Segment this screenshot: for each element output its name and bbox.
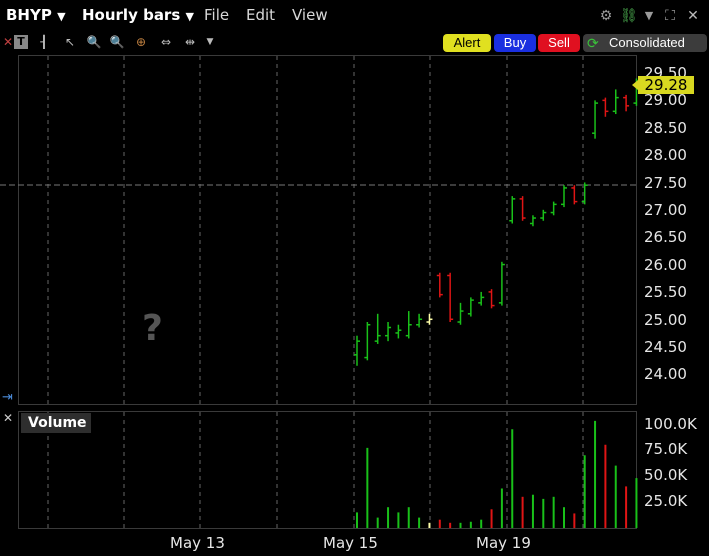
volume-tick-label: 50.0K: [644, 466, 688, 484]
price-tick-label: 25.50: [644, 283, 687, 302]
price-tick-label: 28.00: [644, 146, 687, 165]
price-tick-label: 25.00: [644, 310, 687, 329]
price-tick-label: 29.00: [644, 91, 687, 110]
price-tick-label: 27.50: [644, 173, 687, 192]
volume-pane-title: Volume: [21, 413, 91, 433]
volume-tick-label: 25.0K: [644, 492, 688, 510]
volume-tick-label: 100.0K: [644, 415, 697, 433]
price-tick-label: 24.00: [644, 365, 687, 384]
price-tick-label: 24.50: [644, 338, 687, 356]
chart-canvas: [0, 56, 640, 528]
date-label: May 19: [476, 534, 531, 552]
date-label: May 13: [170, 534, 225, 552]
price-tick-label: 26.00: [644, 255, 687, 274]
date-label: May 15: [323, 534, 378, 552]
last-price-badge: 29.28: [638, 76, 694, 95]
price-tick-label: 27.00: [644, 201, 687, 219]
price-tick-label: 28.50: [644, 118, 687, 137]
price-tick-label: 26.50: [644, 228, 687, 247]
placeholder-mark: ?: [142, 308, 163, 349]
volume-tick-label: 75.0K: [644, 440, 688, 458]
